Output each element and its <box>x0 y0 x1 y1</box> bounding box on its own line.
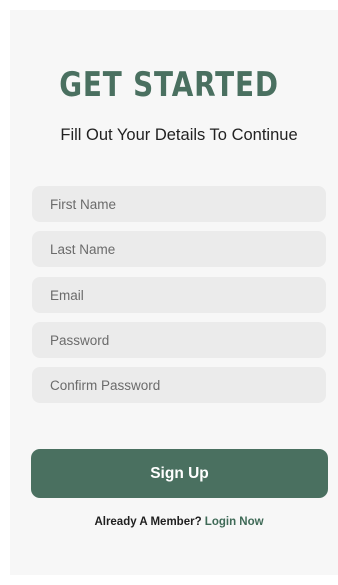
login-prompt-text: Already A Member? <box>94 516 202 528</box>
first-name-field-container <box>32 186 326 222</box>
sign-up-button[interactable]: Sign Up <box>31 449 328 498</box>
login-now-link[interactable]: Login Now <box>205 516 264 528</box>
first-name-input[interactable] <box>50 186 326 222</box>
password-input[interactable] <box>50 322 326 358</box>
page-title: GET STARTED <box>59 65 279 105</box>
page-subtitle: Fill Out Your Details To Continue <box>60 126 298 144</box>
email-field-container <box>32 277 326 313</box>
login-prompt: Already A Member? Login Now <box>0 516 338 528</box>
password-field-container <box>32 322 326 358</box>
last-name-input[interactable] <box>50 231 326 267</box>
last-name-field-container <box>32 231 326 267</box>
confirm-password-input[interactable] <box>50 367 326 403</box>
email-input[interactable] <box>50 277 326 313</box>
confirm-password-field-container <box>32 367 326 403</box>
